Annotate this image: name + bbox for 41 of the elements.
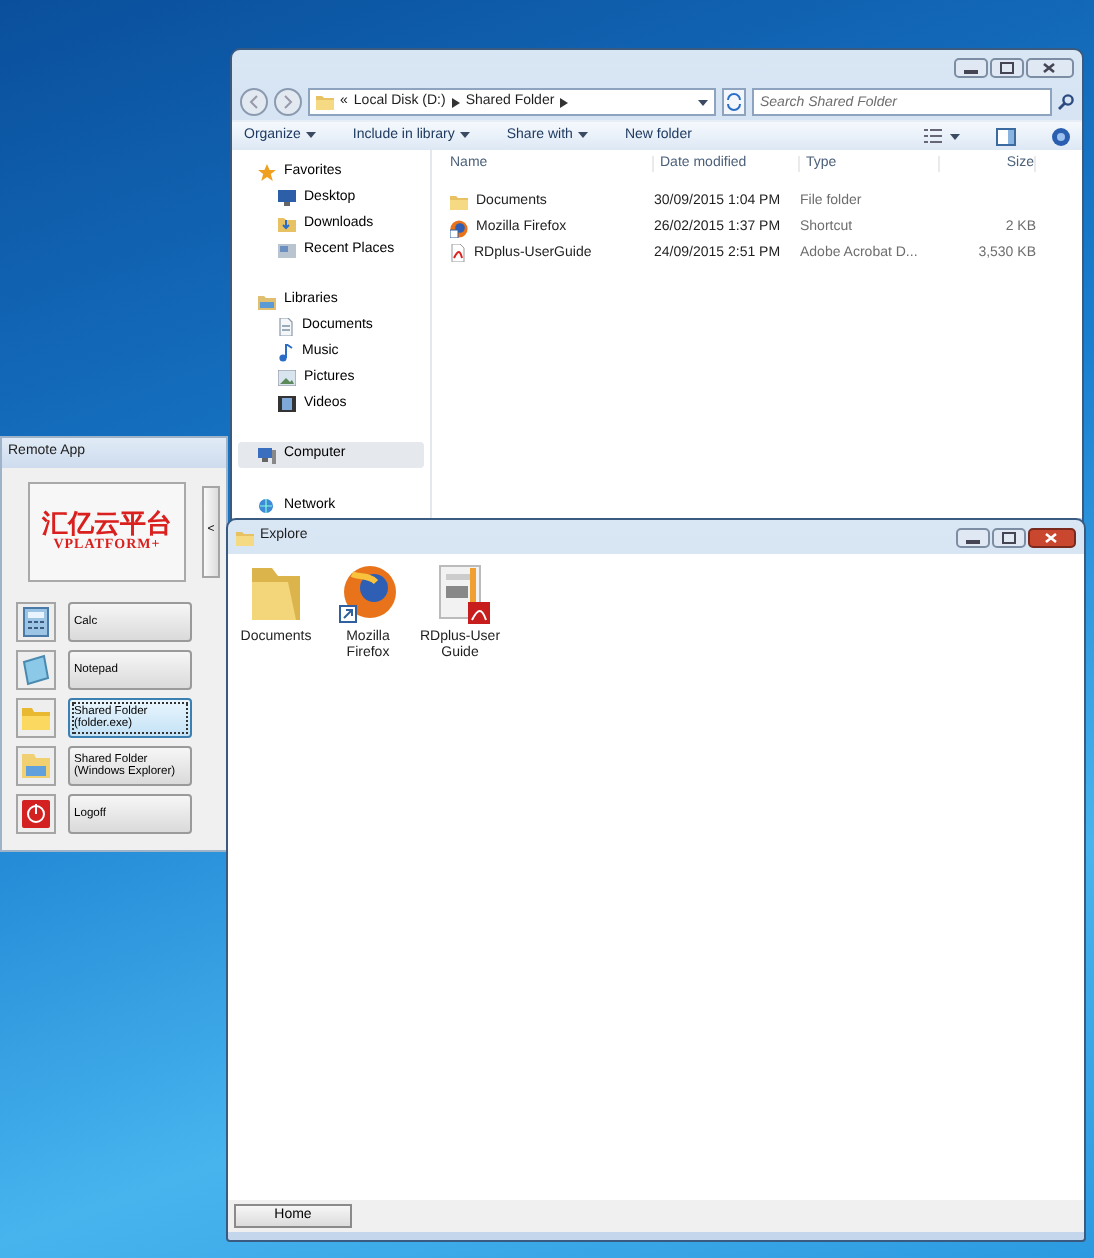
star-icon: [258, 163, 276, 182]
picture-icon: [278, 369, 296, 386]
recent-places-icon: [278, 241, 296, 258]
maximize-button[interactable]: [990, 57, 1024, 77]
library-icon: [258, 293, 276, 310]
folder-icon: [236, 529, 254, 545]
caret-icon: [460, 132, 471, 139]
document-icon: [278, 317, 294, 336]
search-icon: [1058, 94, 1074, 110]
close-button[interactable]: [1026, 57, 1074, 77]
power-icon: [20, 798, 52, 830]
close-button[interactable]: [1028, 527, 1076, 547]
chevron-icon: [451, 97, 460, 107]
pdf-icon: [450, 244, 466, 263]
refresh-button[interactable]: [722, 88, 746, 116]
caret-icon: [950, 133, 960, 139]
caret-icon: [306, 132, 317, 139]
view-options-icon[interactable]: [924, 128, 942, 144]
maximize-button[interactable]: [992, 527, 1026, 547]
computer-icon: [258, 447, 276, 464]
help-icon[interactable]: [1052, 127, 1070, 145]
folder-icon: [278, 215, 296, 232]
firefox-icon[interactable]: [336, 562, 400, 626]
music-note-icon: [278, 343, 294, 362]
minimize-button[interactable]: [956, 527, 990, 547]
chevron-icon: [560, 97, 569, 107]
logo-text: 汇亿云平台: [42, 510, 172, 537]
film-icon: [278, 395, 296, 412]
folder-icon: [450, 194, 468, 211]
monitor-icon: [278, 190, 296, 207]
folder-icon: [20, 702, 52, 734]
minimize-button[interactable]: [954, 57, 988, 77]
notepad-icon: [20, 654, 52, 686]
caret-icon: [698, 99, 708, 105]
folder-icon: [316, 94, 334, 110]
explorer-icon: [20, 750, 52, 782]
calculator-icon: [20, 606, 52, 638]
network-icon: [258, 498, 276, 515]
caret-icon: [578, 132, 589, 139]
preview-pane-icon[interactable]: [996, 127, 1016, 145]
firefox-icon: [450, 219, 468, 238]
